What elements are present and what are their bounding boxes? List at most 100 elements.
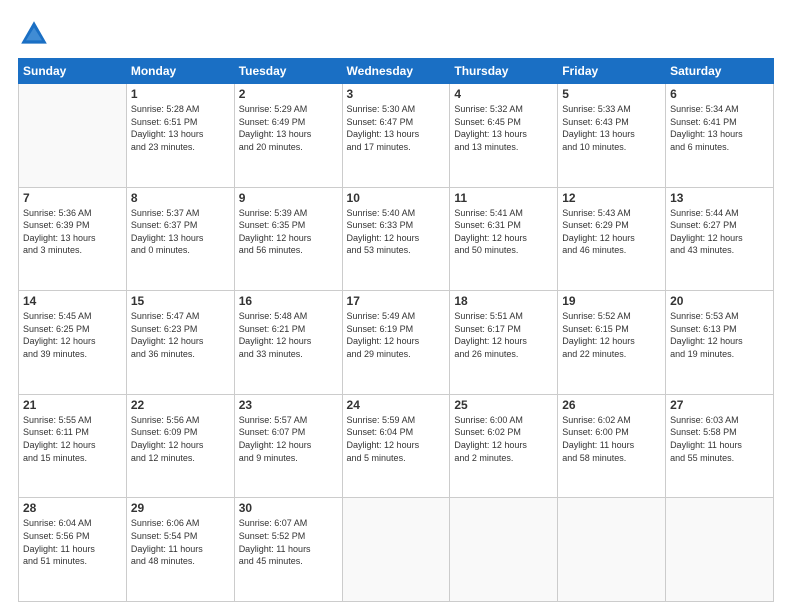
day-number: 25 bbox=[454, 398, 553, 412]
day-info: Sunrise: 5:39 AM Sunset: 6:35 PM Dayligh… bbox=[239, 207, 338, 257]
logo bbox=[18, 18, 54, 50]
day-number: 27 bbox=[670, 398, 769, 412]
calendar-cell: 20 Sunrise: 5:53 AM Sunset: 6:13 PM Dayli… bbox=[666, 291, 774, 395]
day-info: Sunrise: 5:47 AM Sunset: 6:23 PM Dayligh… bbox=[131, 310, 230, 360]
calendar-cell: 24 Sunrise: 5:59 AM Sunset: 6:04 PM Dayli… bbox=[342, 394, 450, 498]
calendar-cell: 8 Sunrise: 5:37 AM Sunset: 6:37 PM Daylig… bbox=[126, 187, 234, 291]
day-number: 4 bbox=[454, 87, 553, 101]
day-info: Sunrise: 5:59 AM Sunset: 6:04 PM Dayligh… bbox=[347, 414, 446, 464]
calendar-cell: 12Sunrise: 5:43 AM Sunset: 6:29 PM Dayli… bbox=[558, 187, 666, 291]
day-info: Sunrise: 5:55 AM Sunset: 6:11 PM Dayligh… bbox=[23, 414, 122, 464]
day-info: Sunrise: 5:56 AM Sunset: 6:09 PM Dayligh… bbox=[131, 414, 230, 464]
day-number: 14 bbox=[23, 294, 122, 308]
day-number: 15 bbox=[131, 294, 230, 308]
weekday-header: Wednesday bbox=[342, 59, 450, 84]
day-number: 11 bbox=[454, 191, 553, 205]
header bbox=[18, 18, 774, 50]
day-info: Sunrise: 5:48 AM Sunset: 6:21 PM Dayligh… bbox=[239, 310, 338, 360]
day-number: 19 bbox=[562, 294, 661, 308]
calendar-cell: 10Sunrise: 5:40 AM Sunset: 6:33 PM Dayli… bbox=[342, 187, 450, 291]
day-info: Sunrise: 5:53 AM Sunset: 6:13 PM Dayligh… bbox=[670, 310, 769, 360]
calendar-cell: 23 Sunrise: 5:57 AM Sunset: 6:07 PM Dayli… bbox=[234, 394, 342, 498]
calendar-week-row: 14 Sunrise: 5:45 AM Sunset: 6:25 PM Dayli… bbox=[19, 291, 774, 395]
day-number: 5 bbox=[562, 87, 661, 101]
day-number: 20 bbox=[670, 294, 769, 308]
day-info: Sunrise: 5:32 AM Sunset: 6:45 PM Dayligh… bbox=[454, 103, 553, 153]
page: SundayMondayTuesdayWednesdayThursdayFrid… bbox=[0, 0, 792, 612]
day-info: Sunrise: 5:40 AM Sunset: 6:33 PM Dayligh… bbox=[347, 207, 446, 257]
day-number: 12 bbox=[562, 191, 661, 205]
logo-icon bbox=[18, 18, 50, 50]
weekday-header: Friday bbox=[558, 59, 666, 84]
day-number: 7 bbox=[23, 191, 122, 205]
day-info: Sunrise: 6:04 AM Sunset: 5:56 PM Dayligh… bbox=[23, 517, 122, 567]
day-number: 21 bbox=[23, 398, 122, 412]
weekday-header-row: SundayMondayTuesdayWednesdayThursdayFrid… bbox=[19, 59, 774, 84]
calendar-week-row: 1 Sunrise: 5:28 AM Sunset: 6:51 PM Daylig… bbox=[19, 84, 774, 188]
day-number: 8 bbox=[131, 191, 230, 205]
calendar-cell: 6 Sunrise: 5:34 AM Sunset: 6:41 PM Daylig… bbox=[666, 84, 774, 188]
calendar-cell: 15 Sunrise: 5:47 AM Sunset: 6:23 PM Dayli… bbox=[126, 291, 234, 395]
day-number: 29 bbox=[131, 501, 230, 515]
calendar-cell: 11 Sunrise: 5:41 AM Sunset: 6:31 PM Dayli… bbox=[450, 187, 558, 291]
day-info: Sunrise: 5:37 AM Sunset: 6:37 PM Dayligh… bbox=[131, 207, 230, 257]
day-number: 23 bbox=[239, 398, 338, 412]
day-info: Sunrise: 6:06 AM Sunset: 5:54 PM Dayligh… bbox=[131, 517, 230, 567]
calendar-week-row: 21 Sunrise: 5:55 AM Sunset: 6:11 PM Dayli… bbox=[19, 394, 774, 498]
calendar-cell: 22Sunrise: 5:56 AM Sunset: 6:09 PM Dayli… bbox=[126, 394, 234, 498]
weekday-header: Monday bbox=[126, 59, 234, 84]
calendar-cell: 5 Sunrise: 5:33 AM Sunset: 6:43 PM Daylig… bbox=[558, 84, 666, 188]
day-info: Sunrise: 5:34 AM Sunset: 6:41 PM Dayligh… bbox=[670, 103, 769, 153]
calendar-week-row: 28 Sunrise: 6:04 AM Sunset: 5:56 PM Dayli… bbox=[19, 498, 774, 602]
calendar-cell: 13 Sunrise: 5:44 AM Sunset: 6:27 PM Dayli… bbox=[666, 187, 774, 291]
day-number: 30 bbox=[239, 501, 338, 515]
day-number: 2 bbox=[239, 87, 338, 101]
day-info: Sunrise: 5:29 AM Sunset: 6:49 PM Dayligh… bbox=[239, 103, 338, 153]
day-number: 6 bbox=[670, 87, 769, 101]
day-number: 26 bbox=[562, 398, 661, 412]
day-info: Sunrise: 5:52 AM Sunset: 6:15 PM Dayligh… bbox=[562, 310, 661, 360]
day-info: Sunrise: 5:45 AM Sunset: 6:25 PM Dayligh… bbox=[23, 310, 122, 360]
day-number: 18 bbox=[454, 294, 553, 308]
calendar-cell: 18 Sunrise: 5:51 AM Sunset: 6:17 PM Dayli… bbox=[450, 291, 558, 395]
day-number: 24 bbox=[347, 398, 446, 412]
day-info: Sunrise: 5:49 AM Sunset: 6:19 PM Dayligh… bbox=[347, 310, 446, 360]
day-number: 13 bbox=[670, 191, 769, 205]
day-info: Sunrise: 5:44 AM Sunset: 6:27 PM Dayligh… bbox=[670, 207, 769, 257]
day-info: Sunrise: 5:57 AM Sunset: 6:07 PM Dayligh… bbox=[239, 414, 338, 464]
calendar-cell: 19 Sunrise: 5:52 AM Sunset: 6:15 PM Dayli… bbox=[558, 291, 666, 395]
calendar-cell: 3Sunrise: 5:30 AM Sunset: 6:47 PM Daylig… bbox=[342, 84, 450, 188]
calendar-cell bbox=[666, 498, 774, 602]
calendar-cell: 14 Sunrise: 5:45 AM Sunset: 6:25 PM Dayli… bbox=[19, 291, 127, 395]
weekday-header: Thursday bbox=[450, 59, 558, 84]
calendar-cell: 9Sunrise: 5:39 AM Sunset: 6:35 PM Daylig… bbox=[234, 187, 342, 291]
calendar-cell: 1 Sunrise: 5:28 AM Sunset: 6:51 PM Daylig… bbox=[126, 84, 234, 188]
calendar-cell: 25 Sunrise: 6:00 AM Sunset: 6:02 PM Dayli… bbox=[450, 394, 558, 498]
day-info: Sunrise: 6:00 AM Sunset: 6:02 PM Dayligh… bbox=[454, 414, 553, 464]
day-number: 3 bbox=[347, 87, 446, 101]
calendar-week-row: 7 Sunrise: 5:36 AM Sunset: 6:39 PM Daylig… bbox=[19, 187, 774, 291]
weekday-header: Saturday bbox=[666, 59, 774, 84]
calendar-cell: 28 Sunrise: 6:04 AM Sunset: 5:56 PM Dayli… bbox=[19, 498, 127, 602]
day-info: Sunrise: 6:02 AM Sunset: 6:00 PM Dayligh… bbox=[562, 414, 661, 464]
day-info: Sunrise: 5:33 AM Sunset: 6:43 PM Dayligh… bbox=[562, 103, 661, 153]
day-info: Sunrise: 5:51 AM Sunset: 6:17 PM Dayligh… bbox=[454, 310, 553, 360]
calendar-cell: 4 Sunrise: 5:32 AM Sunset: 6:45 PM Daylig… bbox=[450, 84, 558, 188]
calendar-table: SundayMondayTuesdayWednesdayThursdayFrid… bbox=[18, 58, 774, 602]
day-number: 1 bbox=[131, 87, 230, 101]
calendar-cell bbox=[342, 498, 450, 602]
day-info: Sunrise: 6:07 AM Sunset: 5:52 PM Dayligh… bbox=[239, 517, 338, 567]
calendar-cell: 29 Sunrise: 6:06 AM Sunset: 5:54 PM Dayli… bbox=[126, 498, 234, 602]
day-number: 28 bbox=[23, 501, 122, 515]
calendar-cell bbox=[450, 498, 558, 602]
day-number: 16 bbox=[239, 294, 338, 308]
day-info: Sunrise: 5:36 AM Sunset: 6:39 PM Dayligh… bbox=[23, 207, 122, 257]
calendar-cell: 30 Sunrise: 6:07 AM Sunset: 5:52 PM Dayli… bbox=[234, 498, 342, 602]
calendar-cell: 21 Sunrise: 5:55 AM Sunset: 6:11 PM Dayli… bbox=[19, 394, 127, 498]
day-info: Sunrise: 6:03 AM Sunset: 5:58 PM Dayligh… bbox=[670, 414, 769, 464]
calendar-cell bbox=[19, 84, 127, 188]
day-info: Sunrise: 5:41 AM Sunset: 6:31 PM Dayligh… bbox=[454, 207, 553, 257]
weekday-header: Sunday bbox=[19, 59, 127, 84]
calendar-cell: 27 Sunrise: 6:03 AM Sunset: 5:58 PM Dayli… bbox=[666, 394, 774, 498]
day-info: Sunrise: 5:28 AM Sunset: 6:51 PM Dayligh… bbox=[131, 103, 230, 153]
